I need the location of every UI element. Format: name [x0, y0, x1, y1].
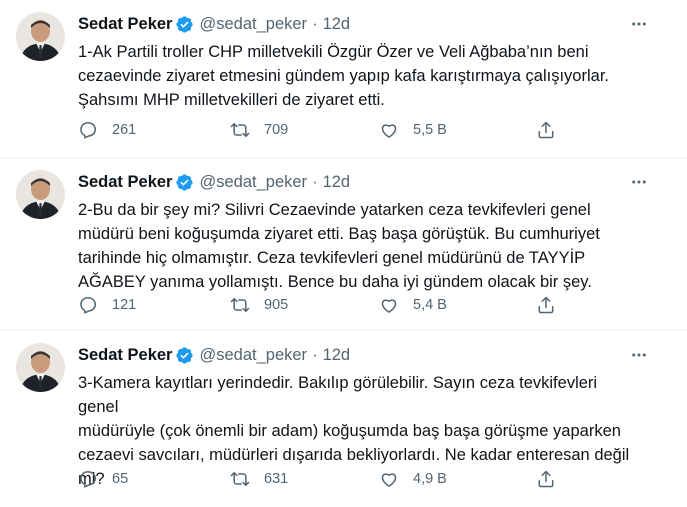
author-name[interactable]: Sedat Peker	[78, 173, 172, 192]
reply-count: 121	[112, 297, 137, 313]
verified-badge-icon	[176, 173, 194, 191]
like-count: 5,5 B	[413, 122, 447, 138]
avatar[interactable]	[16, 343, 65, 392]
more-options-icon	[632, 22, 646, 26]
tweet-header: Sedat Peker @sedat_peker · 12d	[78, 171, 350, 193]
like-button[interactable]: 5,5 B	[379, 120, 447, 140]
share-icon	[538, 296, 554, 314]
retweet-icon	[230, 123, 250, 137]
author-name[interactable]: Sedat Peker	[78, 15, 172, 34]
tweet-text: 1-Ak Partili troller CHP milletvekili Öz…	[78, 43, 609, 109]
reply-button[interactable]: 261	[78, 120, 136, 140]
retweet-icon	[230, 298, 250, 312]
retweet-count: 905	[264, 297, 289, 313]
tweet-actions: 65 631 4,9 B	[78, 467, 554, 491]
author-handle[interactable]: @sedat_peker	[199, 173, 307, 192]
tweet-timestamp[interactable]: 12d	[323, 173, 351, 192]
tweet-thread: Sedat Peker @sedat_peker · 12d 1-Ak Part…	[0, 0, 687, 507]
avatar[interactable]	[16, 12, 65, 61]
like-button[interactable]: 4,9 B	[379, 469, 447, 489]
avatar-image	[16, 12, 65, 61]
author-handle[interactable]: @sedat_peker	[199, 15, 307, 34]
avatar[interactable]	[16, 170, 65, 219]
tweet[interactable]: Sedat Peker @sedat_peker · 12d 1-Ak Part…	[0, 0, 687, 158]
author-handle[interactable]: @sedat_peker	[199, 346, 307, 365]
verified-badge-icon	[176, 15, 194, 33]
reply-button[interactable]: 121	[78, 295, 136, 315]
share-icon	[538, 121, 554, 139]
tweet-actions: 261 709 5,5 B	[78, 118, 554, 142]
more-options-button[interactable]	[629, 345, 649, 365]
tweet[interactable]: Sedat Peker @sedat_peker · 12d 2-Bu da b…	[0, 158, 687, 331]
tweet-header: Sedat Peker @sedat_peker · 12d	[78, 344, 350, 366]
more-options-button[interactable]	[629, 14, 649, 34]
more-options-icon	[632, 180, 646, 184]
verified-badge-icon	[176, 346, 194, 364]
retweet-button[interactable]: 709	[230, 120, 288, 140]
share-button[interactable]	[536, 469, 556, 489]
share-button[interactable]	[536, 295, 556, 315]
like-icon	[381, 473, 397, 487]
separator-dot: ·	[312, 172, 318, 191]
share-icon	[538, 470, 554, 488]
like-button[interactable]: 5,4 B	[379, 295, 447, 315]
retweet-button[interactable]: 905	[230, 295, 288, 315]
more-options-button[interactable]	[629, 172, 649, 192]
like-icon	[381, 299, 397, 313]
tweet-text: 2-Bu da bir şey mi? Silivri Cezaevinde y…	[78, 201, 600, 291]
like-count: 4,9 B	[413, 471, 447, 487]
tweet-timestamp[interactable]: 12d	[323, 15, 351, 34]
share-button[interactable]	[536, 120, 556, 140]
tweet-header: Sedat Peker @sedat_peker · 12d	[78, 13, 350, 35]
reply-count: 65	[112, 471, 129, 487]
tweet-timestamp[interactable]: 12d	[323, 346, 351, 365]
reply-icon	[80, 297, 96, 314]
avatar-image	[16, 170, 65, 219]
tweet-actions: 121 905 5,4 B	[78, 293, 554, 317]
reply-count: 261	[112, 122, 137, 138]
avatar-image	[16, 343, 65, 392]
retweet-button[interactable]: 631	[230, 469, 288, 489]
separator-dot: ·	[312, 345, 318, 364]
more-options-icon	[632, 353, 646, 357]
tweet[interactable]: Sedat Peker @sedat_peker · 12d 3-Kamera …	[0, 331, 687, 507]
separator-dot: ·	[312, 14, 318, 33]
reply-icon	[80, 471, 96, 488]
author-name[interactable]: Sedat Peker	[78, 346, 172, 365]
retweet-count: 631	[264, 471, 289, 487]
like-count: 5,4 B	[413, 297, 447, 313]
like-icon	[381, 124, 397, 138]
retweet-icon	[230, 472, 250, 486]
reply-icon	[80, 122, 96, 139]
retweet-count: 709	[264, 122, 289, 138]
reply-button[interactable]: 65	[78, 469, 128, 489]
